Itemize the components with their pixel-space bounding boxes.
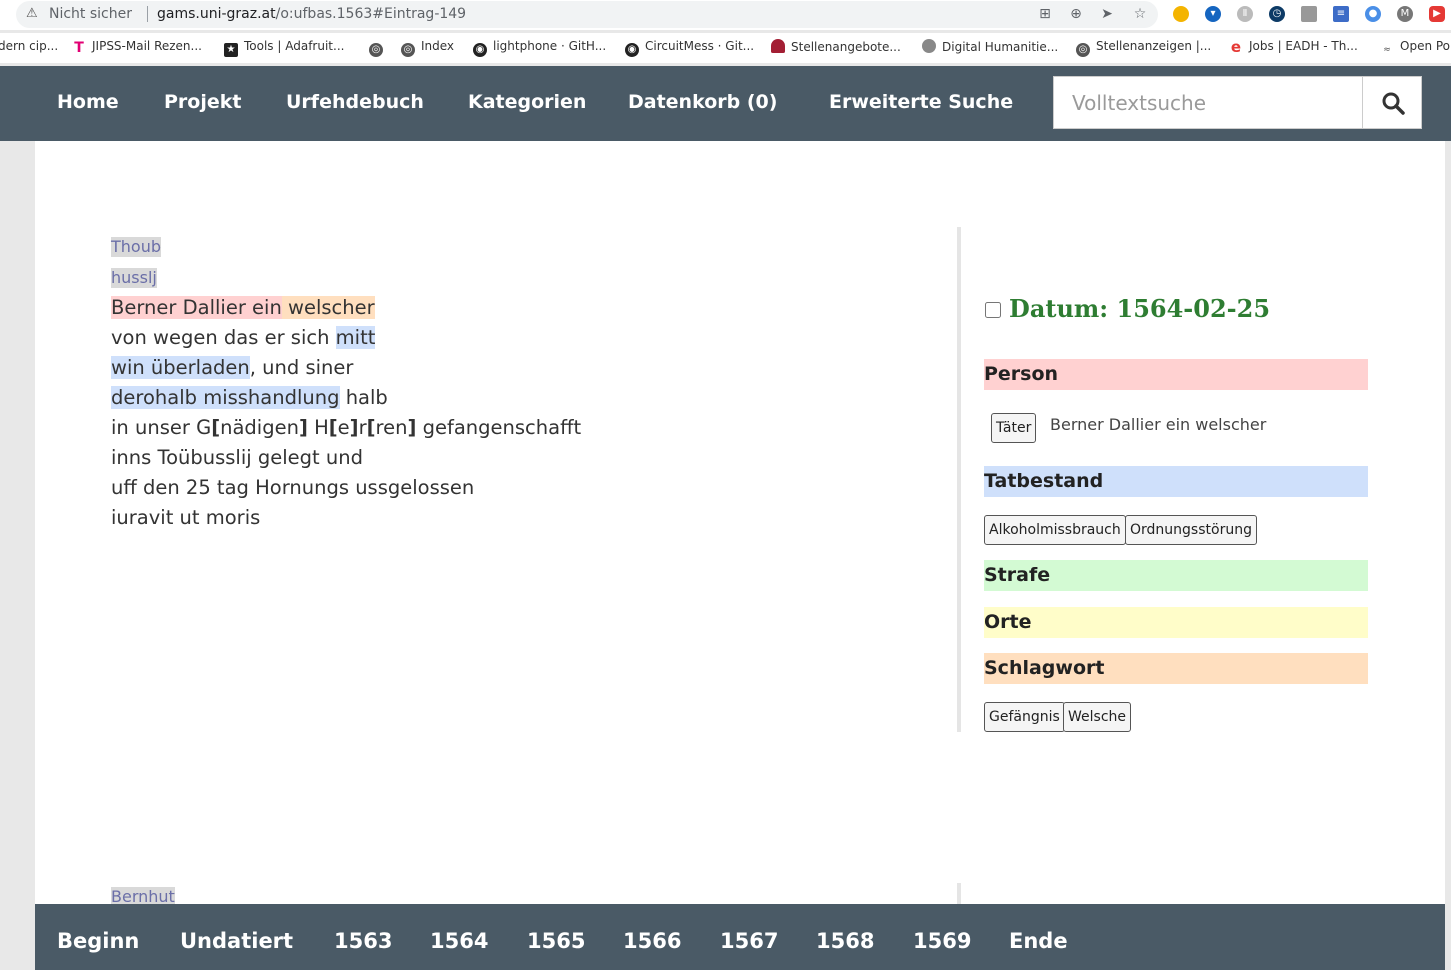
bookmark-item[interactable]: Digital Humanitie... bbox=[922, 39, 1058, 54]
nav-kategorien[interactable]: Kategorien bbox=[468, 91, 586, 113]
address-bar[interactable]: ⚠ Nicht sicher gams.uni-graz.at/o:ufbas.… bbox=[16, 1, 1158, 28]
margin-note: Thoub bbox=[111, 237, 161, 257]
nav-year-1564[interactable]: 1564 bbox=[430, 929, 488, 953]
nav-erweiterte-suche[interactable]: Erweiterte Suche bbox=[829, 91, 1013, 113]
person-name: Berner Dallier ein welscher bbox=[1050, 415, 1267, 434]
nav-ende[interactable]: Ende bbox=[1009, 929, 1068, 953]
next-entry-margin-note: Bernhut bbox=[111, 887, 175, 904]
nav-year-1567[interactable]: 1567 bbox=[720, 929, 778, 953]
send-icon[interactable]: ➤ bbox=[1099, 6, 1115, 22]
bookmark-item[interactable]: ≈ Open Po bbox=[1380, 39, 1450, 57]
entry-line: Berner Dallier ein welscher bbox=[111, 293, 581, 323]
offense-highlight[interactable]: derohalb misshandlung bbox=[111, 386, 340, 409]
nav-beginn[interactable]: Beginn bbox=[57, 929, 139, 953]
nav-year-1566[interactable]: 1566 bbox=[623, 929, 681, 953]
offense-highlight[interactable]: mitt bbox=[335, 326, 376, 349]
schlagwort-heading: Schlagwort bbox=[984, 653, 1368, 684]
search-button[interactable] bbox=[1362, 76, 1422, 129]
nav-year-1565[interactable]: 1565 bbox=[527, 929, 585, 953]
search-box bbox=[1053, 76, 1363, 129]
person-highlight[interactable]: Berner Dallier ein bbox=[111, 296, 282, 319]
entry-line: derohalb misshandlung halb bbox=[111, 386, 388, 409]
bookmark-item[interactable]: ◉ CircuitMess · Git... bbox=[625, 39, 754, 57]
entry-line: iuravit ut moris bbox=[111, 506, 261, 529]
translate-icon[interactable]: ⊞ bbox=[1037, 6, 1053, 22]
extension-icon[interactable]: M bbox=[1397, 6, 1413, 22]
orte-heading: Orte bbox=[984, 607, 1368, 638]
column-divider bbox=[957, 227, 961, 732]
nav-datenkorb[interactable]: Datenkorb (0) bbox=[628, 91, 777, 113]
entry-date: Datum: 1564-02-25 bbox=[1009, 294, 1271, 323]
url-text[interactable]: gams.uni-graz.at/o:ufbas.1563#Eintrag-14… bbox=[157, 6, 466, 22]
main-content: Thoub husslj Berner Dallier ein welscher… bbox=[35, 141, 1445, 904]
column-divider bbox=[957, 883, 961, 904]
select-entry-checkbox[interactable] bbox=[985, 302, 1001, 318]
extension-icon[interactable] bbox=[1301, 6, 1317, 22]
entry-transcription: Thoub husslj Berner Dallier ein welscher… bbox=[111, 231, 581, 533]
role-taeter-button[interactable]: Täter bbox=[991, 413, 1037, 443]
entry-line: uff den 25 tag Hornungs ussgelossen bbox=[111, 476, 475, 499]
youtube-extension-icon[interactable]: ▶ bbox=[1429, 6, 1445, 22]
zoom-icon[interactable]: ⊕ bbox=[1068, 6, 1084, 22]
nav-projekt[interactable]: Projekt bbox=[164, 91, 241, 113]
warning-icon[interactable]: ⚠ bbox=[26, 6, 38, 21]
extension-icon[interactable]: ● bbox=[1365, 6, 1381, 22]
tatbestand-heading: Tatbestand bbox=[984, 466, 1368, 497]
tag-welsche-button[interactable]: Welsche bbox=[1063, 702, 1132, 732]
extension-icon[interactable]: ▾ bbox=[1205, 6, 1221, 22]
search-input[interactable] bbox=[1054, 77, 1362, 128]
nav-year-1563[interactable]: 1563 bbox=[334, 929, 392, 953]
bookmark-item[interactable]: Stellenangebote... bbox=[771, 39, 901, 54]
bookmark-star-icon[interactable]: ☆ bbox=[1132, 6, 1148, 22]
strafe-heading: Strafe bbox=[984, 560, 1368, 591]
extension-icon[interactable] bbox=[1173, 6, 1189, 22]
nav-urfehdebuch[interactable]: Urfehdebuch bbox=[286, 91, 424, 113]
security-label[interactable]: Nicht sicher bbox=[49, 6, 132, 22]
tag-gefaengnis-button[interactable]: Gefängnis bbox=[984, 702, 1065, 732]
entry-line: in unser G[nädigen] H[e]r[ren] gefangens… bbox=[111, 416, 582, 439]
bookmark-item[interactable]: ◉ lightphone · GitH... bbox=[473, 39, 606, 57]
nav-home[interactable]: Home bbox=[57, 91, 119, 113]
url-host: gams.uni-graz.at bbox=[157, 6, 276, 22]
year-navigation: Beginn Undatiert 1563 1564 1565 1566 156… bbox=[35, 904, 1445, 970]
entry-line: von wegen das er sich mitt bbox=[111, 326, 376, 349]
keyword-highlight[interactable]: welscher bbox=[281, 296, 375, 319]
bookmark-item[interactable]: ◎ Stellenanzeigen |... bbox=[1076, 39, 1211, 57]
search-icon bbox=[1382, 92, 1405, 115]
nav-undatiert[interactable]: Undatiert bbox=[180, 929, 293, 953]
separator bbox=[147, 6, 148, 22]
bookmark-item[interactable]: e Jobs | EADH - Th... bbox=[1229, 39, 1358, 55]
entry-line: inns Toübusslij gelegt und bbox=[111, 446, 363, 469]
browser-toolbar: ⚠ Nicht sicher gams.uni-graz.at/o:ufbas.… bbox=[0, 0, 1451, 30]
person-heading: Person bbox=[984, 359, 1368, 390]
bookmarks-bar: dern cip... T JIPSS-Mail Rezen... ★ Tools … bbox=[0, 33, 1451, 63]
offense-highlight[interactable]: win überladen bbox=[111, 356, 250, 379]
nav-year-1569[interactable]: 1569 bbox=[913, 929, 971, 953]
site-navigation: Home Projekt Urfehdebuch Kategorien Date… bbox=[0, 66, 1451, 141]
bookmark-item[interactable]: ★ Tools | Adafruit... bbox=[224, 39, 344, 57]
pause-extension-icon[interactable]: Ⅱ bbox=[1237, 6, 1253, 22]
margin-note: husslj bbox=[111, 268, 157, 288]
bookmark-item[interactable]: dern cip... bbox=[0, 39, 58, 53]
extension-icon[interactable]: ≡ bbox=[1333, 6, 1349, 22]
clock-extension-icon[interactable]: ◷ bbox=[1269, 6, 1285, 22]
bookmark-item[interactable]: ◎ Index bbox=[401, 39, 454, 57]
entry-line: win überladen, und siner bbox=[111, 356, 354, 379]
nav-year-1568[interactable]: 1568 bbox=[816, 929, 874, 953]
tag-alkoholmissbrauch-button[interactable]: Alkoholmissbrauch bbox=[984, 515, 1126, 545]
url-path: /o:ufbas.1563#Eintrag-149 bbox=[275, 6, 467, 22]
bookmark-item[interactable]: T JIPSS-Mail Rezen... bbox=[72, 39, 202, 55]
tag-ordnungsstoerung-button[interactable]: Ordnungsstörung bbox=[1125, 515, 1257, 545]
bookmark-item[interactable]: ◎ bbox=[369, 39, 389, 57]
